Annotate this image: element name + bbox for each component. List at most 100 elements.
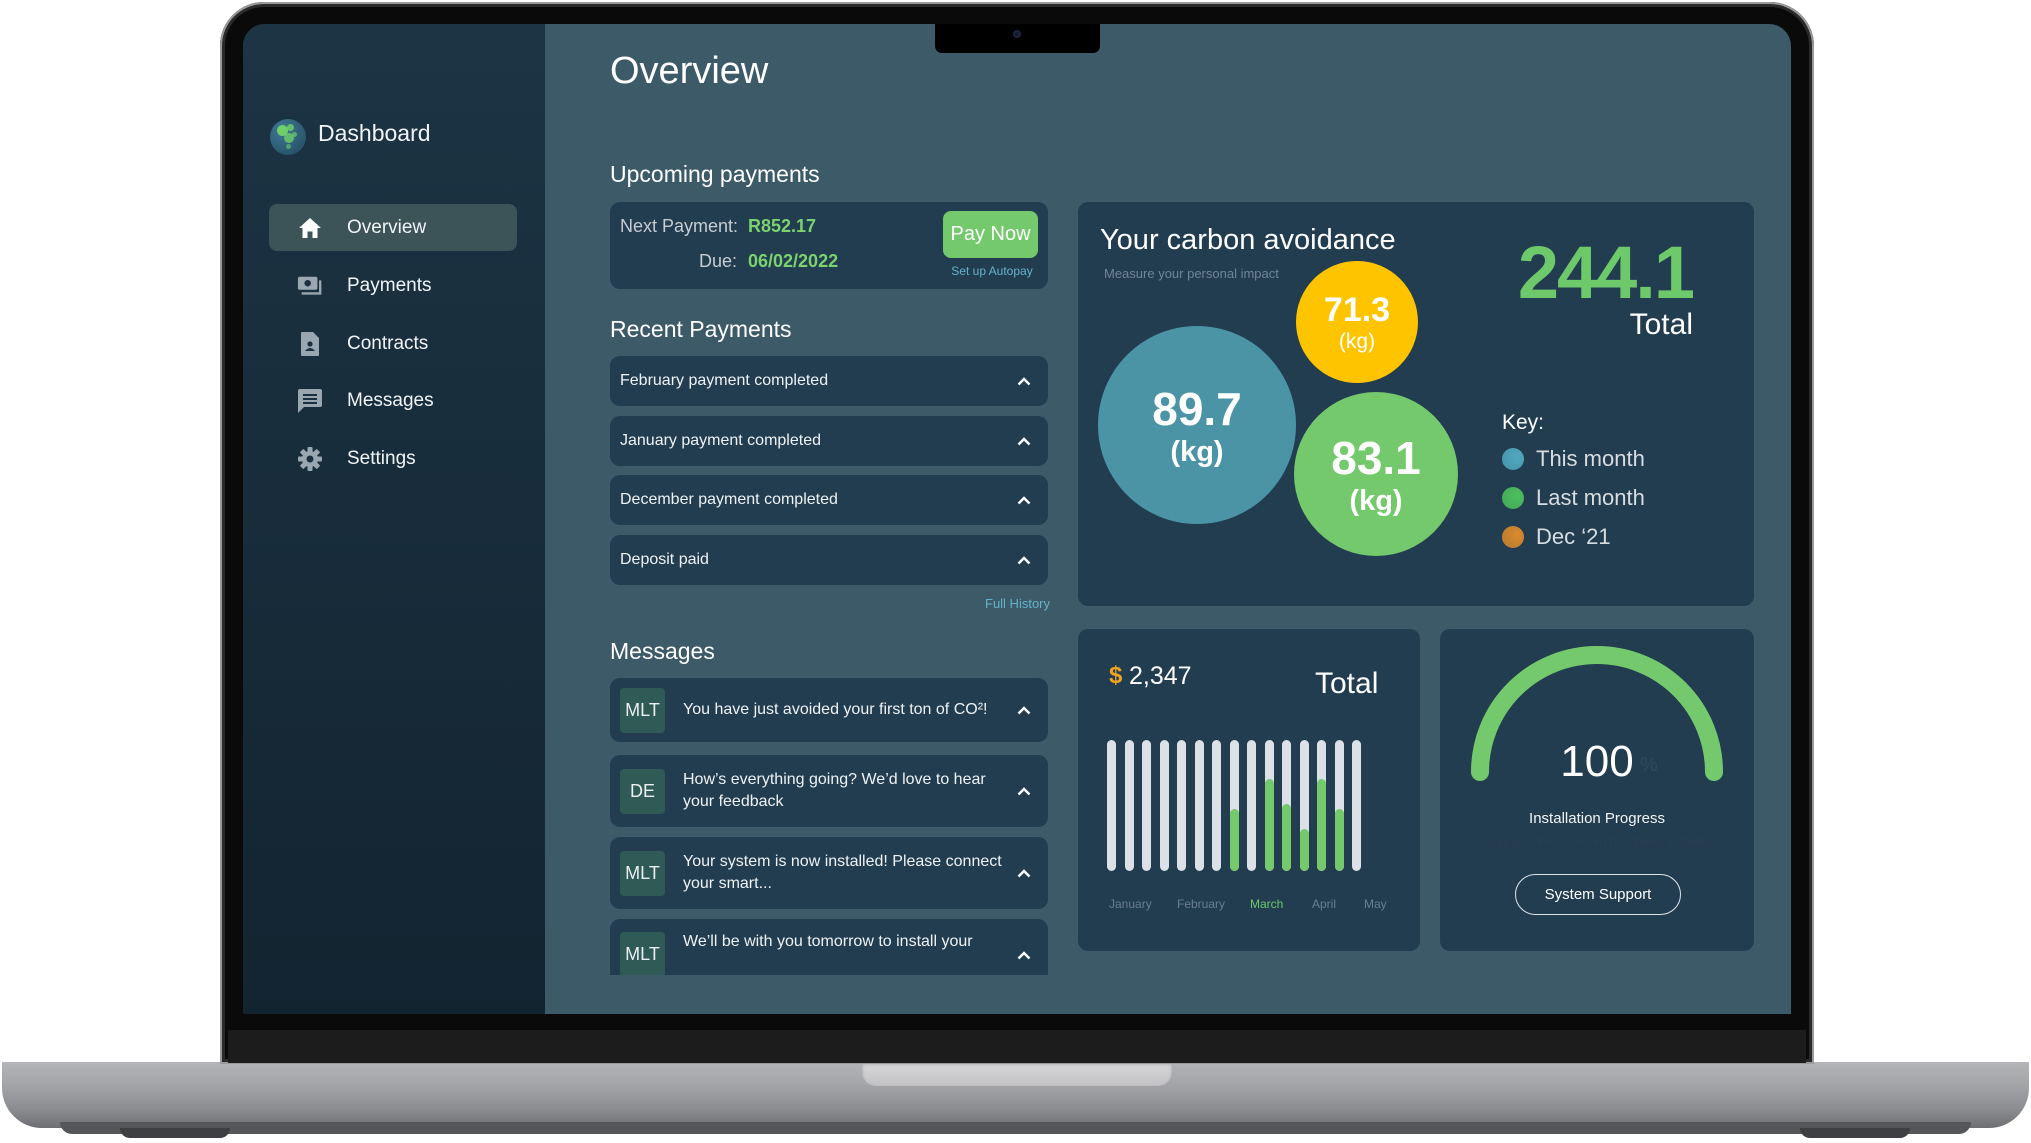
bubble-value: 71.3 bbox=[1323, 290, 1391, 329]
x-axis-label: April bbox=[1312, 897, 1337, 911]
next-payment-amount: R852.17 bbox=[748, 216, 817, 236]
bar bbox=[1194, 740, 1204, 871]
payment-item[interactable]: Deposit paid bbox=[610, 535, 1048, 585]
message-text: How’s everything going? We’d love to hea… bbox=[683, 771, 986, 810]
progress-value: 100 bbox=[1560, 737, 1634, 786]
upcoming-payments-heading: Upcoming payments bbox=[610, 161, 820, 187]
bubble-value: 83.1 bbox=[1331, 431, 1421, 484]
message-text: Your system is now installed! Please con… bbox=[683, 853, 1002, 892]
chevron-up-icon[interactable] bbox=[1016, 492, 1032, 508]
messages-list[interactable]: MLT You have just avoided your first ton… bbox=[610, 678, 1048, 975]
bubble-this-month: 89.7 (kg) bbox=[1098, 326, 1296, 524]
sidebar-item-label: Payments bbox=[347, 274, 432, 296]
bubble-dec-21: 71.3 (kg) bbox=[1296, 261, 1418, 383]
bubble-value: 89.7 bbox=[1152, 382, 1242, 435]
bar bbox=[1124, 740, 1134, 871]
chevron-up-icon[interactable] bbox=[1016, 702, 1032, 718]
sidebar-item-label: Settings bbox=[347, 447, 416, 469]
system-support-button[interactable]: System Support bbox=[1515, 874, 1681, 915]
chevron-up-icon[interactable] bbox=[1016, 947, 1032, 963]
sidebar-item-contracts[interactable]: Contracts bbox=[269, 320, 517, 367]
bar bbox=[1247, 740, 1256, 871]
bar bbox=[1352, 740, 1361, 871]
full-history-link[interactable]: Full History bbox=[985, 596, 1050, 611]
legend-label: This month bbox=[1536, 446, 1645, 471]
bar-fill bbox=[1317, 779, 1326, 871]
payment-item[interactable]: February payment completed bbox=[610, 356, 1048, 406]
sidebar-item-messages[interactable]: Messages bbox=[269, 377, 517, 424]
payment-item[interactable]: December payment completed bbox=[610, 475, 1048, 525]
bubble-unit: (kg) bbox=[1338, 329, 1376, 353]
chevron-up-icon[interactable] bbox=[1016, 552, 1032, 568]
sidebar-item-overview[interactable]: Overview bbox=[269, 204, 517, 251]
chevron-up-icon[interactable] bbox=[1016, 373, 1032, 389]
carbon-total-label: Total bbox=[1629, 308, 1693, 341]
home-icon bbox=[297, 215, 323, 241]
bar-fill bbox=[1334, 809, 1344, 871]
laptop-foot bbox=[120, 1128, 230, 1138]
payment-item-label: Deposit paid bbox=[620, 551, 709, 568]
x-axis-label: May bbox=[1364, 897, 1387, 911]
setup-autopay-link[interactable]: Set up Autopay bbox=[948, 264, 1036, 278]
x-axis-label[interactable]: March bbox=[1250, 897, 1283, 911]
bar bbox=[1142, 740, 1151, 871]
legend-swatch bbox=[1502, 487, 1524, 509]
sidebar-item-payments[interactable]: Payments bbox=[269, 262, 517, 309]
message-item[interactable]: DE How’s everything going? We’d love to … bbox=[610, 755, 1048, 827]
contract-icon bbox=[297, 331, 323, 357]
bar-fill bbox=[1264, 779, 1274, 871]
installation-progress-card: 100 % Installation Progress Congrats! Yo… bbox=[1440, 629, 1754, 951]
payment-item[interactable]: January payment completed bbox=[610, 416, 1048, 466]
bar bbox=[1159, 740, 1169, 871]
bar-chart bbox=[1107, 740, 1367, 871]
spend-total-label: Total bbox=[1315, 667, 1379, 700]
progress-label: Installation Progress bbox=[1529, 810, 1665, 827]
brand-logo-icon bbox=[270, 119, 306, 155]
sidebar-item-settings[interactable]: Settings bbox=[269, 435, 517, 482]
avatar: MLT bbox=[620, 850, 665, 896]
avatar: MLT bbox=[620, 687, 665, 733]
camera-icon bbox=[1013, 30, 1021, 38]
sidebar: Dashboard Overview Payments Contracts Me… bbox=[243, 24, 545, 1014]
next-payment-label: Next Payment: bbox=[620, 216, 739, 236]
chevron-up-icon[interactable] bbox=[1016, 783, 1032, 799]
sidebar-item-label: Contracts bbox=[347, 332, 429, 354]
bar bbox=[1229, 740, 1239, 871]
payment-item-label: February payment completed bbox=[620, 372, 829, 389]
spend-chart-card: $ 2,347 Total January February March Apr… bbox=[1078, 629, 1420, 951]
legend-item: This month bbox=[1502, 446, 1645, 472]
carbon-avoidance-card: Your carbon avoidance Measure your perso… bbox=[1078, 202, 1754, 606]
messages-heading: Messages bbox=[610, 638, 715, 664]
legend-label: Dec ‘21 bbox=[1536, 524, 1611, 549]
chevron-up-icon[interactable] bbox=[1016, 865, 1032, 881]
bar bbox=[1264, 740, 1274, 871]
bubble-last-month: 83.1 (kg) bbox=[1294, 392, 1458, 556]
x-axis-label: January bbox=[1109, 897, 1152, 911]
bubble-unit: (kg) bbox=[1170, 435, 1224, 468]
carbon-subtitle: Measure your personal impact bbox=[1104, 266, 1279, 281]
due-date: 06/02/2022 bbox=[748, 251, 839, 271]
bar bbox=[1282, 740, 1291, 871]
message-item[interactable]: MLT Your system is now installed! Please… bbox=[610, 837, 1048, 909]
camera-notch bbox=[935, 24, 1100, 53]
bar-fill bbox=[1299, 829, 1309, 871]
laptop-base-lip bbox=[60, 1122, 1971, 1134]
legend-item: Last month bbox=[1502, 485, 1645, 511]
sidebar-item-label: Messages bbox=[347, 389, 434, 411]
laptop-chin bbox=[228, 1030, 1806, 1063]
message-text: You have just avoided your first ton of … bbox=[683, 701, 988, 718]
legend-item: Dec ‘21 bbox=[1502, 524, 1611, 550]
pay-now-button[interactable]: Pay Now bbox=[943, 211, 1038, 258]
carbon-total-value: 244.1 bbox=[1517, 231, 1695, 314]
message-item[interactable]: MLT We’ll be with you tomorrow to instal… bbox=[610, 919, 1048, 975]
avatar: DE bbox=[620, 768, 665, 814]
progress-unit: % bbox=[1640, 754, 1658, 776]
x-axis-label: February bbox=[1177, 897, 1226, 911]
message-text: We’ll be with you tomorrow to install yo… bbox=[683, 933, 973, 950]
bar bbox=[1107, 740, 1116, 871]
bar bbox=[1299, 740, 1309, 871]
page-title: Overview bbox=[610, 50, 769, 92]
message-item[interactable]: MLT You have just avoided your first ton… bbox=[610, 678, 1048, 742]
bubble-unit: (kg) bbox=[1349, 484, 1403, 517]
chevron-up-icon[interactable] bbox=[1016, 433, 1032, 449]
